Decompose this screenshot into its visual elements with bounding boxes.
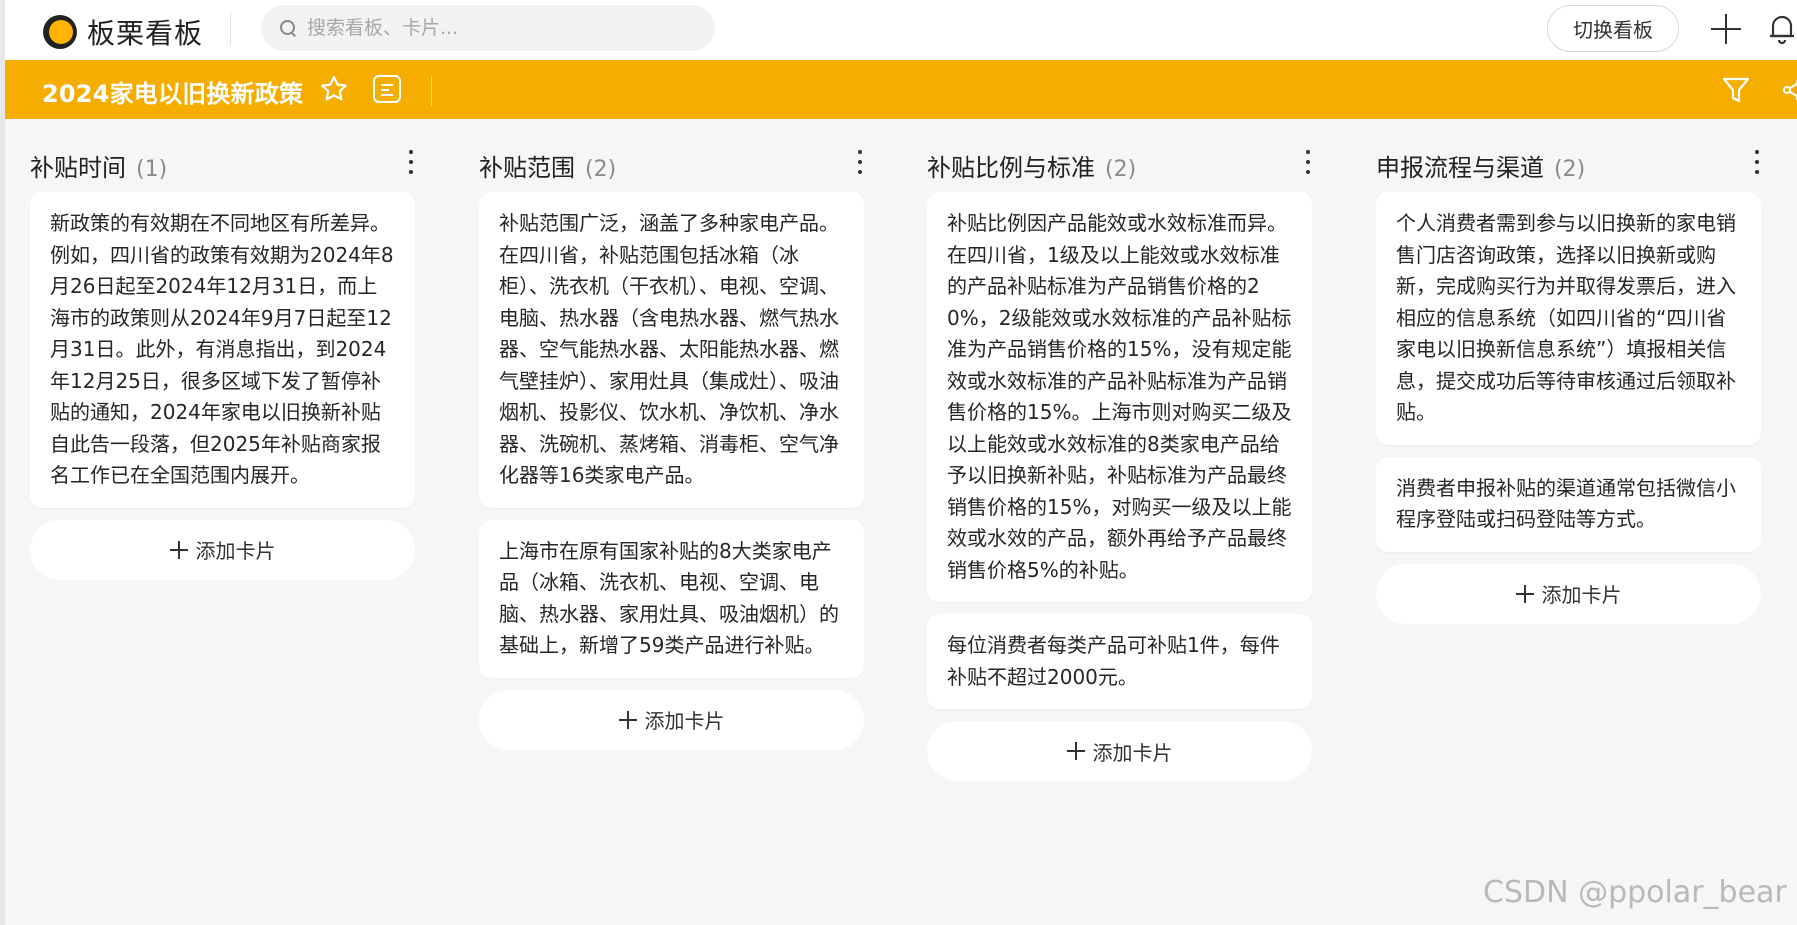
card[interactable]: 补贴范围广泛，涵盖了多种家电产品。在四川省，补贴范围包括冰箱（冰柜）、洗衣机（干… [479, 192, 864, 508]
star-icon[interactable] [319, 74, 349, 104]
add-card-button[interactable]: 添加卡片 [30, 519, 415, 580]
card-text: 补贴比例因产品能效或水效标准而异。在四川省，1级及以上能效或水效标准的产品补贴标… [947, 211, 1292, 582]
column-title: 补贴比例与标准 (2) [927, 154, 1137, 182]
kanban-app: 板栗看板 切换看板 2024家电以旧换新政策 [0, 0, 1797, 925]
add-card-label: 添加卡片 [1541, 583, 1622, 607]
column-count: (2) [1105, 157, 1137, 182]
app-name: 板栗看板 [87, 17, 204, 50]
card-text: 补贴范围广泛，涵盖了多种家电产品。在四川省，补贴范围包括冰箱（冰柜）、洗衣机（干… [499, 211, 839, 487]
column-subsidy-scope: 补贴范围 (2) 补贴范围广泛，涵盖了多种家电产品。在四川省，补贴范围包括冰箱（冰… [479, 140, 864, 750]
column-header: 补贴比例与标准 (2) [927, 140, 1312, 192]
card[interactable]: 消费者申报补贴的渠道通常包括微信小程序登陆或扫码登陆等方式。 [1376, 456, 1761, 552]
card[interactable]: 新政策的有效期在不同地区有所差异。例如，四川省的政策有效期为2024年8月26日… [30, 192, 415, 508]
more-icon[interactable] [856, 148, 864, 176]
column-count: (1) [136, 157, 168, 182]
share-icon[interactable] [1783, 76, 1797, 104]
description-icon[interactable] [373, 75, 401, 103]
card-text: 每位消费者每类产品可补贴1件，每件补贴不超过2000元。 [947, 633, 1280, 689]
card-text: 上海市在原有国家补贴的8大类家电产品（冰箱、洗衣机、电视、空调、电脑、热水器、家… [499, 538, 839, 658]
more-icon[interactable] [1304, 148, 1312, 176]
column-header: 补贴范围 (2) [479, 140, 864, 192]
card-text: 消费者申报补贴的渠道通常包括微信小程序登陆或扫码登陆等方式。 [1396, 475, 1736, 532]
column-title: 补贴时间 (1) [30, 154, 168, 182]
card-text: 个人消费者需到参与以旧换新的家电销售门店咨询政策，选择以旧换新或购新，完成购买行… [1396, 211, 1736, 424]
column-subsidy-ratio: 补贴比例与标准 (2) 补贴比例因产品能效或水效标准而异。在四川省，1级及以上能效… [927, 140, 1312, 781]
column-application-process: 申报流程与渠道 (2) 个人消费者需到参与以旧换新的家电销售门店咨询政策，选择以旧… [1376, 140, 1761, 624]
column-subsidy-time: 补贴时间 (1) 新政策的有效期在不同地区有所差异。例如，四川省的政策有效期为20… [30, 140, 415, 580]
add-card-label: 添加卡片 [195, 539, 276, 563]
chestnut-logo-icon [43, 15, 77, 49]
board-header: 2024家电以旧换新政策 [5, 60, 1797, 119]
column-title: 申报流程与渠道 (2) [1376, 154, 1586, 182]
add-card-label: 添加卡片 [1092, 740, 1173, 765]
card-text: 新政策的有效期在不同地区有所差异。例如，四川省的政策有效期为2024年8月26日… [50, 211, 394, 487]
card[interactable]: 每位消费者每类产品可补贴1件，每件补贴不超过2000元。 [927, 614, 1312, 709]
plus-icon [1066, 742, 1085, 760]
add-icon[interactable] [1711, 14, 1741, 44]
add-card-label: 添加卡片 [644, 709, 725, 733]
watermark: CSDN @ppolar_bear [1483, 875, 1787, 910]
search-icon [279, 19, 297, 37]
search-box[interactable] [261, 5, 715, 51]
bell-icon[interactable] [1769, 12, 1795, 45]
divider [230, 12, 231, 46]
card[interactable]: 个人消费者需到参与以旧换新的家电销售门店咨询政策，选择以旧换新或购新，完成购买行… [1376, 192, 1761, 445]
card[interactable]: 上海市在原有国家补贴的8大类家电产品（冰箱、洗衣机、电视、空调、电脑、热水器、家… [479, 519, 864, 678]
window-edge [0, 0, 5, 925]
column-title: 补贴范围 (2) [479, 154, 617, 182]
top-bar: 板栗看板 切换看板 [5, 0, 1797, 60]
divider [431, 76, 432, 106]
column-count: (2) [585, 157, 617, 182]
app-logo[interactable]: 板栗看板 [43, 12, 203, 52]
plus-icon [1515, 584, 1534, 603]
more-icon[interactable] [1753, 148, 1761, 176]
add-card-button[interactable]: 添加卡片 [927, 721, 1312, 781]
plus-icon [618, 710, 637, 729]
switch-board-button[interactable]: 切换看板 [1547, 5, 1679, 52]
plus-icon [169, 540, 188, 559]
add-card-button[interactable]: 添加卡片 [479, 689, 864, 750]
filter-icon[interactable] [1721, 76, 1751, 104]
column-count: (2) [1554, 157, 1586, 182]
column-header: 申报流程与渠道 (2) [1376, 140, 1761, 192]
more-icon[interactable] [407, 148, 415, 176]
board-title: 2024家电以旧换新政策 [42, 80, 304, 108]
card[interactable]: 补贴比例因产品能效或水效标准而异。在四川省，1级及以上能效或水效标准的产品补贴标… [927, 192, 1312, 602]
column-header: 补贴时间 (1) [30, 140, 415, 192]
add-card-button[interactable]: 添加卡片 [1376, 563, 1761, 624]
search-input[interactable] [307, 17, 697, 39]
